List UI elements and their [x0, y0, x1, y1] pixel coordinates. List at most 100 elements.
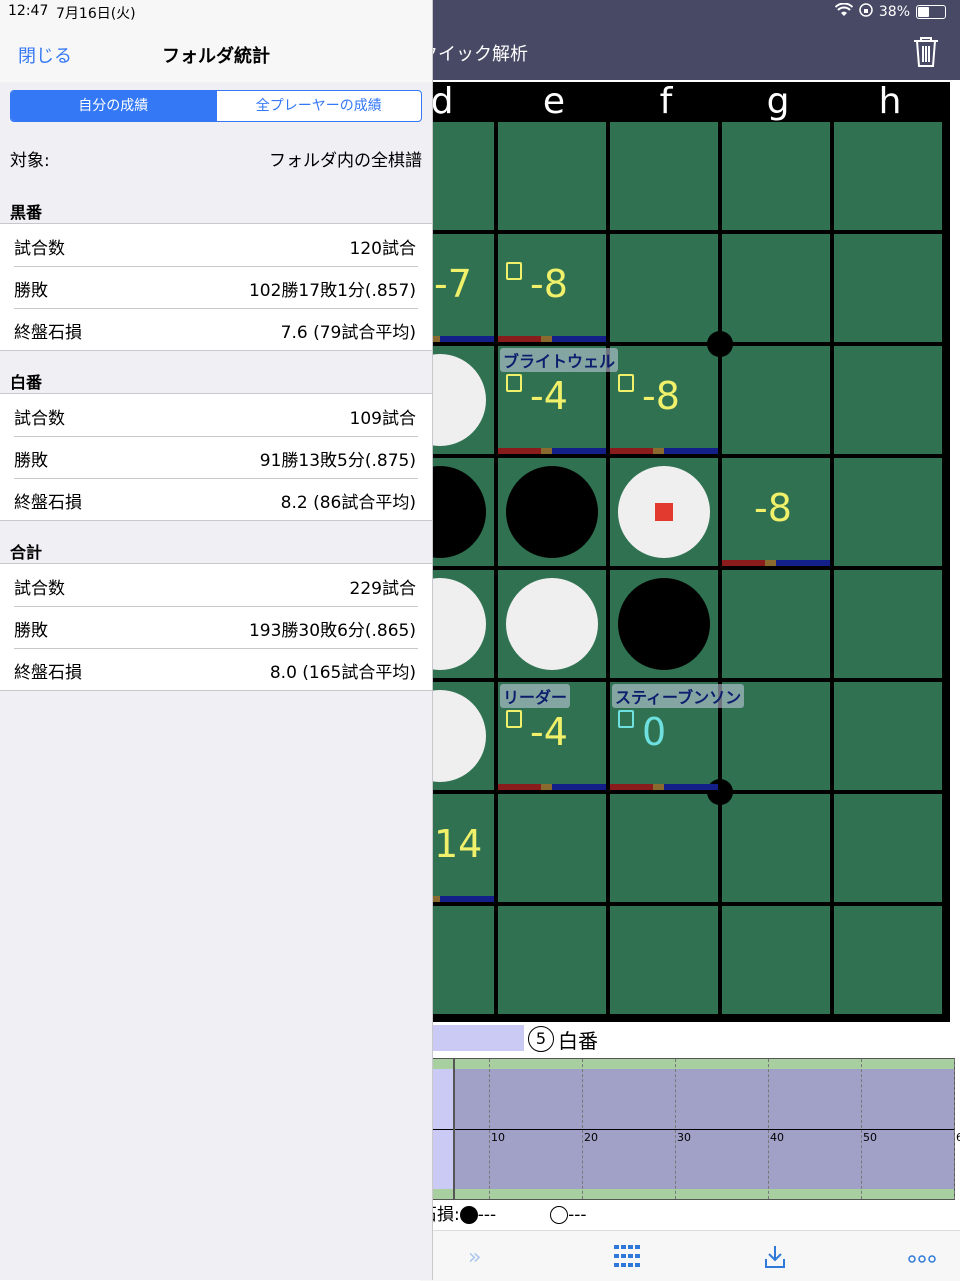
trash-icon[interactable]	[912, 36, 940, 68]
evaluation-value: -4	[530, 710, 568, 754]
board-cell[interactable]	[834, 122, 942, 230]
graph-gridline	[768, 1059, 769, 1199]
stats-value: 8.2 (86試合平均)	[280, 493, 416, 513]
stats-key: 試合数	[14, 409, 65, 429]
black-disc	[618, 578, 710, 670]
book-icon	[506, 262, 522, 280]
status-right: 38%	[834, 2, 946, 21]
stats-value: 8.0 (165試合平均)	[269, 663, 416, 683]
download-icon[interactable]	[764, 1245, 786, 1275]
segmented-control[interactable]: 自分の成績 全プレーヤーの成績	[10, 90, 422, 122]
column-label-h: h	[878, 81, 902, 122]
board-cell[interactable]	[722, 346, 830, 454]
board-cell[interactable]	[610, 794, 718, 902]
battery-percent: 38%	[878, 4, 910, 20]
board-cell[interactable]	[498, 122, 606, 230]
stats-row: 勝敗 91勝13敗5分(.875)	[0, 436, 432, 478]
eval-bar	[498, 336, 606, 342]
segment-all-players[interactable]: 全プレーヤーの成績	[215, 91, 422, 121]
board-cell[interactable]	[834, 794, 942, 902]
legend-white-value: ---	[568, 1205, 587, 1225]
panel-title: フォルダ統計	[162, 46, 270, 67]
stats-row: 終盤石損 8.2 (86試合平均)	[0, 478, 432, 520]
status-time: 12:47	[8, 3, 49, 19]
stats-key: 試合数	[14, 579, 65, 599]
stats-key: 終盤石損	[14, 323, 82, 343]
board-cell[interactable]	[610, 234, 718, 342]
board-cell[interactable]	[834, 346, 942, 454]
board-cell[interactable]	[498, 794, 606, 902]
board-cell[interactable]	[834, 906, 942, 1014]
board-cell[interactable]	[722, 234, 830, 342]
more-icon[interactable]	[908, 1245, 936, 1270]
stats-key: 勝敗	[14, 451, 48, 471]
black-disc	[506, 466, 598, 558]
stats-value: 229試合	[349, 579, 416, 599]
fast-forward-icon[interactable]: »	[468, 1245, 481, 1270]
stone-loss-legend: 石損: --- ---	[420, 1200, 587, 1225]
book-icon	[618, 374, 634, 392]
stats-value: 91勝13敗5分(.875)	[259, 451, 416, 471]
graph-tick-label: 50	[863, 1131, 877, 1144]
stats-key: 終盤石損	[14, 663, 82, 683]
white-disc-icon	[550, 1206, 569, 1224]
graph-tick-label: 10	[491, 1131, 505, 1144]
stats-value: 102勝17敗1分(.857)	[248, 281, 416, 301]
board-cell[interactable]	[722, 906, 830, 1014]
wifi-icon	[834, 2, 854, 21]
evaluation-value: -8	[642, 374, 680, 418]
stats-row: 試合数 109試合	[0, 394, 432, 436]
book-icon	[506, 374, 522, 392]
graph-tick-label: 30	[677, 1131, 691, 1144]
bottom-toolbar: »	[420, 1230, 960, 1281]
eval-bar	[722, 560, 830, 566]
board-cell[interactable]	[722, 570, 830, 678]
player-tag: スティーブンソン	[612, 684, 745, 708]
grid-icon[interactable]	[614, 1245, 640, 1273]
board-cell[interactable]	[834, 682, 942, 790]
white-disc	[506, 578, 598, 670]
rotation-lock-icon	[859, 3, 873, 21]
stats-row: 終盤石損 8.0 (165試合平均)	[0, 648, 432, 690]
stats-value: 7.6 (79試合平均)	[280, 323, 416, 343]
move-number: 5	[528, 1026, 554, 1052]
stats-key: 終盤石損	[14, 493, 82, 513]
segment-my-results[interactable]: 自分の成績	[11, 91, 216, 121]
board-cell[interactable]	[610, 906, 718, 1014]
eval-bar	[498, 448, 606, 454]
graph-gridline	[582, 1059, 583, 1199]
graph-gridline	[861, 1059, 862, 1199]
board-cell[interactable]	[834, 458, 942, 566]
othello-board[interactable]: defgh -8 -7 -4 ブライトウェル -8 -8 -4 リーダー 0 スティーブンソン 14	[380, 82, 950, 1022]
board-cell[interactable]	[722, 794, 830, 902]
book-icon	[506, 710, 522, 728]
board-cell[interactable]	[834, 234, 942, 342]
target-label: 対象:	[10, 151, 50, 171]
evaluation-value: 14	[434, 822, 483, 866]
board-cell[interactable]	[834, 570, 942, 678]
move-slider-track[interactable]	[420, 1025, 524, 1051]
board-dot	[707, 779, 733, 805]
screen-title: クイック解析	[420, 44, 528, 65]
stats-row: 試合数 120試合	[0, 224, 432, 266]
evaluation-value: -4	[530, 374, 568, 418]
player-tag: リーダー	[500, 684, 571, 708]
graph-gridline	[675, 1059, 676, 1199]
stats-group-total: 試合数 229試合 勝敗 193勝30敗6分(.865) 終盤石損 8.0 (165試…	[0, 563, 432, 691]
stats-row: 終盤石損 7.6 (79試合平均)	[0, 308, 432, 350]
stats-value: 120試合	[349, 239, 416, 259]
evaluation-value: -8	[754, 486, 792, 530]
board-cell[interactable]	[722, 122, 830, 230]
board-cell[interactable]	[610, 122, 718, 230]
black-disc-icon	[459, 1206, 478, 1224]
graph-cursor[interactable]	[453, 1059, 455, 1199]
column-label-g: g	[766, 81, 790, 122]
player-tag: ブライトウェル	[500, 348, 619, 372]
status-bar: 12:47 7月16日(火) 38%	[0, 0, 960, 24]
move-indicator: 5 白番	[420, 1024, 960, 1054]
evaluation-value: -7	[434, 262, 472, 306]
board-cell[interactable]	[498, 906, 606, 1014]
evaluation-graph[interactable]: 10 20 30 40 50 60	[420, 1058, 960, 1200]
section-header-total: 合計	[10, 543, 43, 562]
section-header-black: 黒番	[10, 203, 43, 222]
